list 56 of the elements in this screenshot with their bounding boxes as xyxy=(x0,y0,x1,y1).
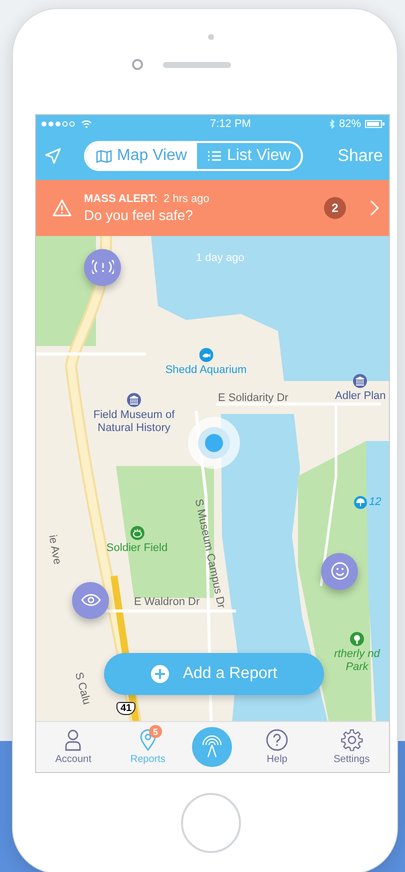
current-location-dot xyxy=(188,416,240,469)
signal-dots-icon xyxy=(41,120,77,126)
map-label: E Solidarity Dr xyxy=(218,392,288,405)
map-label: Field Museum of Natural History xyxy=(92,408,176,436)
wifi-icon xyxy=(81,120,92,128)
tab-bar-item[interactable]: Settings xyxy=(322,729,382,766)
help-icon xyxy=(266,729,288,752)
alert-time: 2 hrs ago xyxy=(164,192,210,205)
chevron-right-icon xyxy=(370,200,379,216)
museum-icon xyxy=(127,392,141,407)
stadium-icon xyxy=(130,526,144,540)
status-time: 7:12 PM xyxy=(209,118,251,130)
map-label: ie Ave xyxy=(45,534,64,566)
warning-icon xyxy=(52,198,72,217)
map-label: 12 xyxy=(369,496,382,509)
person-icon xyxy=(64,729,82,752)
share-button[interactable]: Share xyxy=(338,146,383,166)
map-pin-icon xyxy=(138,729,157,752)
alert-title: MASS ALERT: xyxy=(84,192,158,205)
reports-count-badge: 5 xyxy=(148,725,162,738)
broadcast-button[interactable] xyxy=(192,727,232,768)
map-label: E Waldron Dr xyxy=(134,596,200,609)
antenna-icon xyxy=(200,735,224,760)
add-report-button[interactable]: Add a Report xyxy=(104,652,324,695)
battery-icon xyxy=(365,120,385,128)
alert-banner[interactable]: MASS ALERT: 2 hrs ago Do you feel safe? 2 xyxy=(36,180,389,236)
map-label: S Calu xyxy=(71,670,93,706)
tree-icon xyxy=(350,632,364,646)
map-icon xyxy=(96,150,112,162)
view-tab[interactable]: List View xyxy=(196,143,301,169)
alarm-signal-icon xyxy=(92,260,114,274)
camera-dot xyxy=(208,34,214,40)
umbrella-icon xyxy=(354,496,367,509)
list-icon xyxy=(206,150,222,162)
smiley-icon xyxy=(330,562,348,580)
view-tab[interactable]: Map View xyxy=(86,143,197,169)
map-label: Shedd Aquarium xyxy=(165,364,247,377)
alert-message: Do you feel safe? xyxy=(84,206,194,223)
tab-bar-item[interactable]: Help xyxy=(247,729,308,766)
map-label: rtherly nd Park xyxy=(333,648,382,674)
bluetooth-icon xyxy=(328,118,335,128)
settings-icon xyxy=(340,729,363,752)
fish-icon xyxy=(199,348,213,362)
alert-count-badge: 2 xyxy=(324,196,346,219)
map-label: Adler Plan xyxy=(335,390,386,403)
speaker-slot xyxy=(162,62,230,68)
home-button[interactable] xyxy=(181,793,241,853)
map-timestamp: 1 day ago xyxy=(196,252,244,264)
tab-bar-item[interactable]: Account xyxy=(43,729,104,766)
sensor-icon xyxy=(132,59,142,70)
eye-icon xyxy=(80,594,100,606)
location-arrow-icon[interactable] xyxy=(44,147,62,165)
battery-percent: 82% xyxy=(338,118,361,130)
plus-circle-icon xyxy=(150,664,169,683)
map-label: Soldier Field xyxy=(106,542,168,555)
museum-icon xyxy=(353,374,368,388)
